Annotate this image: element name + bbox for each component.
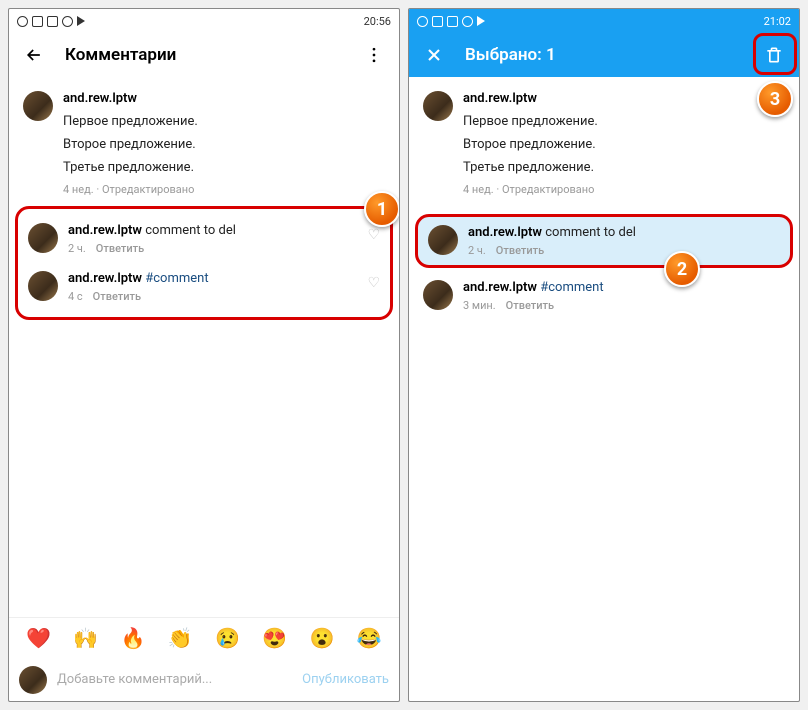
reply-link[interactable]: Ответить <box>506 299 554 312</box>
status-icons-left <box>417 16 485 27</box>
original-post: and.rew.lptw Первое предложение. Второе … <box>409 87 799 196</box>
emoji-clap[interactable]: 👏 <box>168 626 193 650</box>
emoji-cry[interactable]: 😢 <box>215 626 240 650</box>
avatar[interactable] <box>423 91 453 121</box>
comment-username[interactable]: and.rew.lptw <box>468 225 542 240</box>
post-text: Первое предложение. Второе предложение. … <box>63 114 385 175</box>
header-bar-selection: Выбрано: 1 <box>409 33 799 77</box>
screenshot-left: 20:56 Комментарии and.rew.lptw Первое пр… <box>8 8 400 702</box>
avatar[interactable] <box>423 280 453 310</box>
status-icon <box>432 16 443 27</box>
like-heart-icon[interactable]: ♡ <box>367 275 380 291</box>
post-meta: 4 нед. · Отредактировано <box>463 183 785 196</box>
status-icon <box>17 16 28 27</box>
post-edited: Отредактировано <box>102 183 194 196</box>
reply-link[interactable]: Ответить <box>96 242 144 255</box>
emoji-laugh[interactable]: 😂 <box>357 626 382 650</box>
comment-item[interactable]: and.rew.lptw comment to del 2 ч. Ответит… <box>18 215 390 263</box>
close-icon[interactable] <box>421 42 447 68</box>
status-time: 21:02 <box>764 15 791 28</box>
post-line: Второе предложение. <box>63 137 385 152</box>
original-post: and.rew.lptw Первое предложение. Второе … <box>9 87 399 196</box>
reply-link[interactable]: Ответить <box>496 244 544 257</box>
comment-time: 2 ч. <box>68 242 86 255</box>
publish-button[interactable]: Опубликовать <box>302 672 389 687</box>
post-edited: Отредактировано <box>502 183 594 196</box>
status-icons-left <box>17 16 85 27</box>
post-username[interactable]: and.rew.lptw <box>463 91 537 106</box>
status-time: 20:56 <box>364 15 391 28</box>
post-line: Третье предложение. <box>63 160 385 175</box>
post-line: Первое предложение. <box>463 114 785 129</box>
status-icon <box>462 16 473 27</box>
emoji-love[interactable]: 😍 <box>262 626 287 650</box>
post-line: Третье предложение. <box>463 160 785 175</box>
comment-hashtag[interactable]: #comment <box>145 271 208 286</box>
post-time: 4 нед. <box>463 183 494 196</box>
screenshot-right: 21:02 3 Выбрано: 1 and.rew.lptw Первое п… <box>408 8 800 702</box>
post-username[interactable]: and.rew.lptw <box>63 91 137 106</box>
post-meta: 4 нед. · Отредактировано <box>63 183 385 196</box>
comment-time: 2 ч. <box>468 244 486 257</box>
emoji-heart[interactable]: ❤️ <box>26 626 51 650</box>
comment-meta: 2 ч. Ответить <box>68 242 357 255</box>
post-line: Первое предложение. <box>63 114 385 129</box>
header-bar: Комментарии <box>9 33 399 77</box>
comment-input[interactable]: Добавьте комментарий... <box>57 672 292 687</box>
comment-text: comment to del <box>545 225 636 240</box>
avatar[interactable] <box>28 271 58 301</box>
comment-username[interactable]: and.rew.lptw <box>68 271 142 286</box>
post-time: 4 нед. <box>63 183 94 196</box>
comment-username[interactable]: and.rew.lptw <box>463 280 537 295</box>
comment-input-bar: Добавьте комментарий... Опубликовать <box>9 657 399 701</box>
comment-item[interactable]: and.rew.lptw #comment 4 с Ответить ♡ <box>18 263 390 311</box>
reply-link[interactable]: Ответить <box>93 290 141 303</box>
status-icon <box>62 16 73 27</box>
comment-meta: 2 ч. Ответить <box>468 244 780 257</box>
comments-list: 2 and.rew.lptw comment to del 2 ч. Ответ… <box>413 204 795 326</box>
avatar[interactable] <box>428 225 458 255</box>
comment-hashtag[interactable]: #comment <box>540 280 603 295</box>
comments-list: 1 and.rew.lptw comment to del 2 ч. Ответ… <box>15 206 393 320</box>
emoji-fire[interactable]: 🔥 <box>121 626 146 650</box>
status-icon <box>477 16 485 26</box>
comment-time: 4 с <box>68 290 83 303</box>
comment-time: 3 мин. <box>463 299 496 312</box>
comment-item[interactable]: and.rew.lptw #comment 3 мин. Ответить <box>413 272 795 320</box>
avatar[interactable] <box>28 223 58 253</box>
emoji-hands[interactable]: 🙌 <box>73 626 98 650</box>
status-icon <box>77 16 85 26</box>
status-icon <box>32 16 43 27</box>
emoji-bar: ❤️ 🙌 🔥 👏 😢 😍 😮 😂 <box>9 617 399 657</box>
avatar[interactable] <box>23 91 53 121</box>
comment-item-selected[interactable]: 2 and.rew.lptw comment to del 2 ч. Ответ… <box>415 214 793 268</box>
status-bar: 20:56 <box>9 9 399 33</box>
comment-meta: 3 мин. Ответить <box>463 299 785 312</box>
back-arrow-icon[interactable] <box>21 42 47 68</box>
more-vertical-icon[interactable] <box>361 42 387 68</box>
selection-title: Выбрано: 1 <box>465 45 556 65</box>
status-icon <box>47 16 58 27</box>
comment-username[interactable]: and.rew.lptw <box>68 223 142 238</box>
content-area: and.rew.lptw Первое предложение. Второе … <box>409 77 799 701</box>
delete-trash-icon[interactable] <box>761 42 787 68</box>
step-badge-3: 3 <box>757 81 793 117</box>
status-icon <box>447 16 458 27</box>
comment-meta: 4 с Ответить <box>68 290 357 303</box>
status-bar: 21:02 <box>409 9 799 33</box>
step-badge-1: 1 <box>364 191 399 227</box>
comment-text: comment to del <box>145 223 236 238</box>
status-icon <box>417 16 428 27</box>
post-line: Второе предложение. <box>463 137 785 152</box>
header-title: Комментарии <box>65 45 176 65</box>
content-area: and.rew.lptw Первое предложение. Второе … <box>9 77 399 617</box>
post-text: Первое предложение. Второе предложение. … <box>463 114 785 175</box>
step-badge-2: 2 <box>664 251 700 287</box>
emoji-wow[interactable]: 😮 <box>310 626 335 650</box>
like-heart-icon[interactable]: ♡ <box>367 227 380 243</box>
avatar[interactable] <box>19 666 47 694</box>
